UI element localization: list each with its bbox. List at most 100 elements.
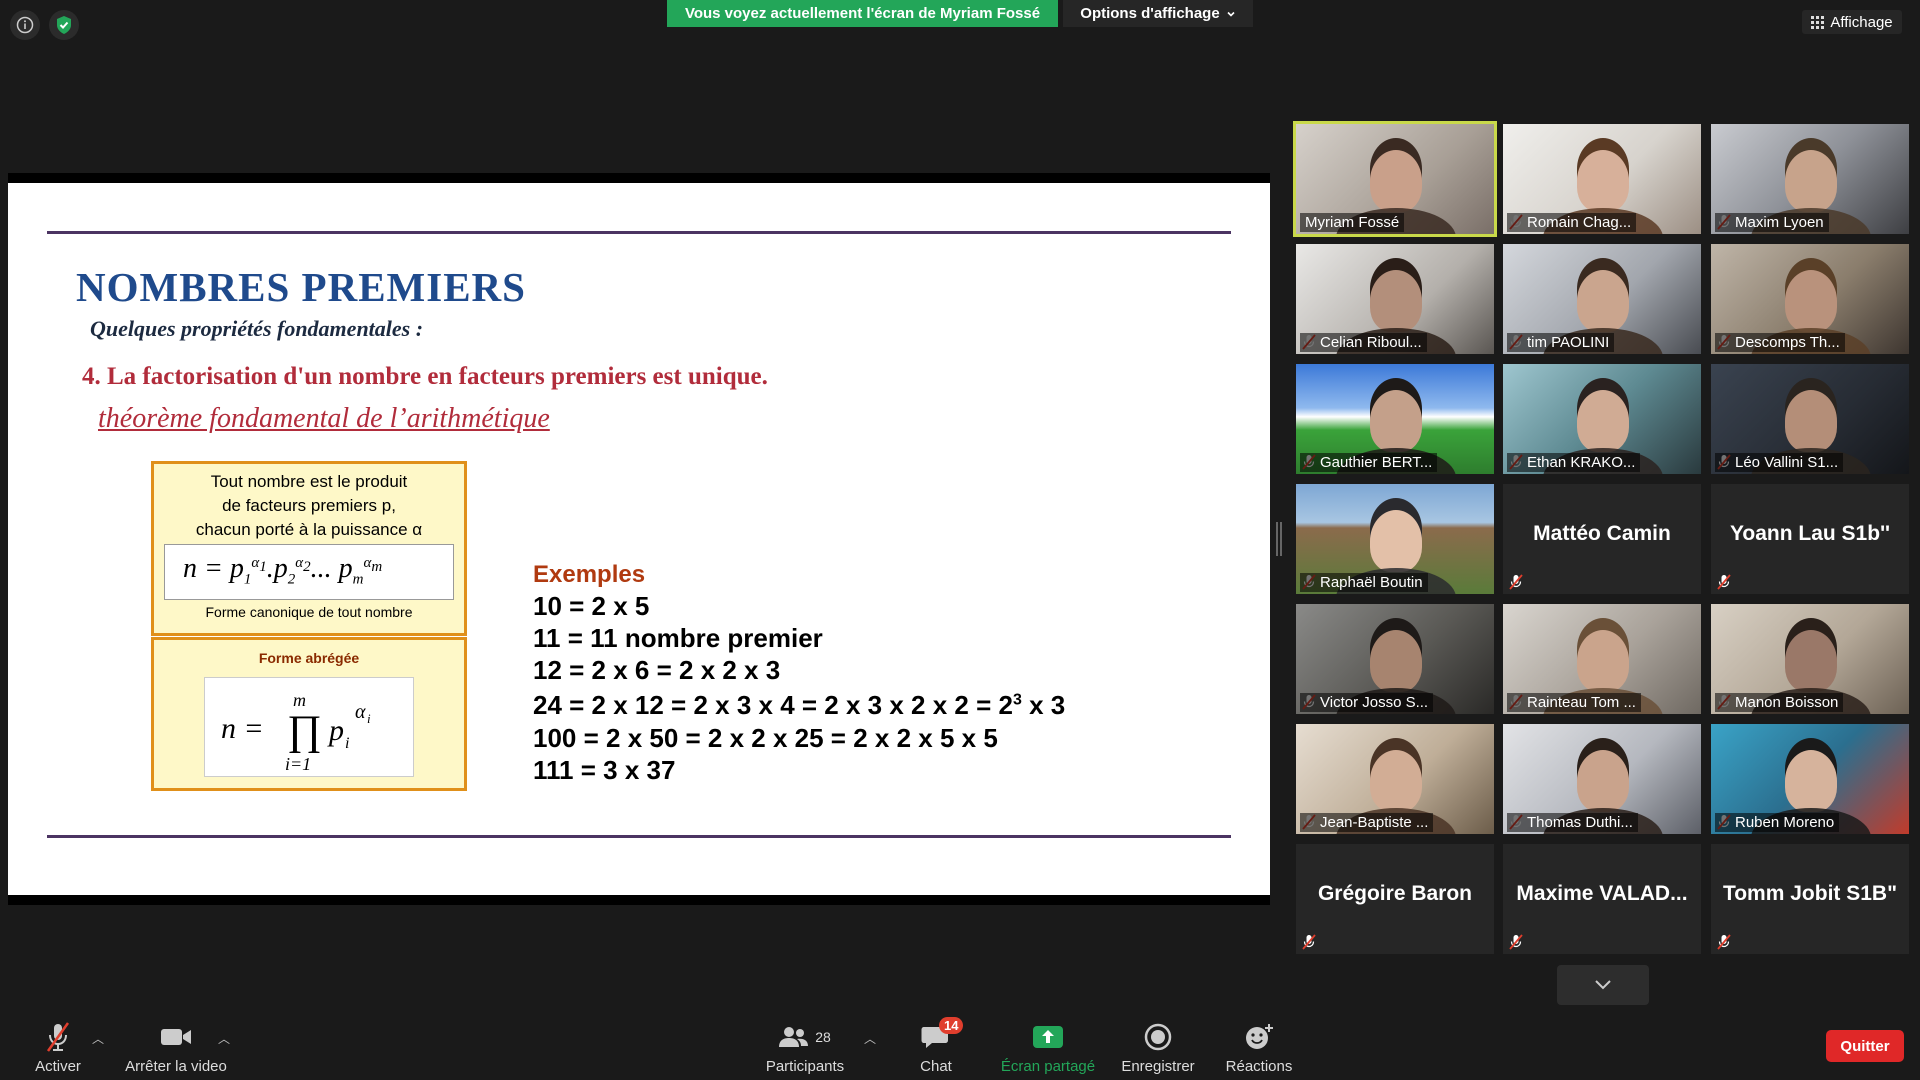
record-label: Enregistrer — [1121, 1058, 1195, 1075]
box1-caption: Forme canonique de tout nombre — [205, 604, 413, 620]
participant-tile[interactable]: Gauthier BERT... — [1296, 364, 1494, 474]
leave-meeting-button[interactable]: Quitter — [1826, 1030, 1904, 1062]
participant-name-label: Léo Vallini S1... — [1715, 453, 1844, 472]
participant-tile[interactable]: Maxime VALAD... — [1503, 844, 1701, 954]
share-screen-label: Écran partagé — [1000, 1058, 1096, 1075]
record-icon — [1144, 1023, 1172, 1051]
participants-button[interactable]: 28 Participants — [762, 1020, 848, 1075]
unmute-button[interactable]: Activer — [30, 1020, 86, 1075]
stop-video-button[interactable]: Arrêter la video — [120, 1020, 232, 1075]
participant-name-label: Victor Josso S... — [1300, 693, 1434, 712]
participant-tile[interactable]: Raphaël Boutin — [1296, 484, 1494, 594]
video-options-caret[interactable]: ︿ — [218, 1030, 230, 1047]
reactions-label: Réactions — [1225, 1058, 1293, 1075]
security-shield-icon[interactable] — [49, 10, 79, 40]
participants-count: 28 — [815, 1029, 831, 1045]
participant-video-feed — [1785, 270, 1837, 332]
participant-name-label: Celian Riboul... — [1300, 333, 1427, 352]
participant-tile[interactable]: Romain Chag... — [1503, 124, 1701, 234]
participant-name-label: Ethan KRAKO... — [1507, 453, 1641, 472]
view-options-dropdown[interactable]: Options d'affichage — [1063, 0, 1253, 27]
microphone-muted-icon — [1509, 934, 1523, 950]
svg-text:i: i — [367, 711, 371, 726]
microphone-muted-icon — [1509, 574, 1523, 590]
view-options-label: Options d'affichage — [1080, 5, 1220, 22]
participant-video-feed — [1370, 510, 1422, 572]
share-screen-icon — [1033, 1026, 1063, 1048]
record-button[interactable]: Enregistrer — [1114, 1020, 1202, 1075]
participant-video-feed — [1577, 390, 1629, 452]
panel-splitter-handle[interactable] — [1276, 522, 1282, 556]
audio-options-caret[interactable]: ︿ — [92, 1030, 104, 1047]
participant-tile[interactable]: tim PAOLINI — [1503, 244, 1701, 354]
microphone-muted-icon — [46, 1022, 70, 1052]
unmute-label: Activer — [35, 1058, 81, 1075]
box1-line: de facteurs premiers p, — [222, 496, 396, 515]
box2-title: Forme abrégée — [258, 650, 360, 666]
participant-video-feed — [1785, 630, 1837, 692]
svg-text:∏: ∏ — [287, 708, 322, 754]
example-line: 11 = 11 nombre premier — [533, 623, 823, 653]
participant-tile[interactable]: Thomas Duthi... — [1503, 724, 1701, 834]
participant-tile[interactable]: Grégoire Baron — [1296, 844, 1494, 954]
participant-video-feed — [1577, 750, 1629, 812]
box1-line: Tout nombre est le produit — [210, 472, 408, 491]
info-icon[interactable] — [10, 10, 40, 40]
participant-tile[interactable]: Descomps Th... — [1711, 244, 1909, 354]
participant-name-label: Descomps Th... — [1715, 333, 1845, 352]
example-line: 111 = 3 x 37 — [533, 755, 676, 785]
participant-name-label: Manon Boisson — [1715, 693, 1844, 712]
participant-video-feed — [1370, 150, 1422, 212]
participant-video-feed — [1370, 390, 1422, 452]
participant-display-name: Yoann Lau S1b'' — [1729, 522, 1891, 545]
participants-icon — [779, 1027, 809, 1047]
participant-video-feed — [1577, 630, 1629, 692]
box1-line: chacun porté à la puissance α — [195, 520, 423, 539]
participant-tile[interactable]: Jean-Baptiste ... — [1296, 724, 1494, 834]
example-line: 12 = 2 x 6 = 2 x 2 x 3 — [533, 655, 781, 685]
participant-display-name: Mattéo Camin — [1533, 522, 1671, 545]
view-layout-button[interactable]: Affichage — [1802, 10, 1902, 34]
participant-name-label: Romain Chag... — [1507, 213, 1637, 232]
reactions-button[interactable]: Réactions — [1222, 1020, 1296, 1075]
share-screen-button[interactable]: Écran partagé — [996, 1020, 1100, 1075]
example-line-powers: 24 = 2 x 12 = 2 x 3 x 4 = 2 x 3 x 2 x 2 … — [533, 690, 1065, 721]
participant-tile[interactable]: Victor Josso S... — [1296, 604, 1494, 714]
example-line: 24 = 2 x 12 = 2 x 3 x 4 = 2 x 3 x 2 x 2 … — [533, 690, 1013, 720]
example-line: 10 = 2 x 5 — [533, 591, 650, 621]
participants-options-caret[interactable]: ︿ — [864, 1030, 876, 1047]
participant-tile[interactable]: Maxim Lyoen — [1711, 124, 1909, 234]
microphone-muted-icon — [1717, 934, 1731, 950]
chevron-down-icon — [1227, 11, 1235, 17]
participant-video-feed — [1370, 270, 1422, 332]
video-camera-icon — [161, 1029, 191, 1045]
participant-tile[interactable]: Ruben Moreno — [1711, 724, 1909, 834]
participants-label: Participants — [765, 1058, 845, 1075]
chevron-down-icon — [1595, 980, 1611, 990]
participant-tile[interactable]: Mattéo Camin — [1503, 484, 1701, 594]
participant-name-label: Ruben Moreno — [1715, 813, 1840, 832]
chat-label: Chat — [920, 1058, 952, 1075]
participant-tile[interactable]: Yoann Lau S1b'' — [1711, 484, 1909, 594]
slide-theorem: théorème fondamental de l’arithmétique — [98, 403, 550, 434]
participant-tile[interactable]: Myriam Fossé — [1293, 121, 1497, 237]
participant-tile[interactable]: Rainteau Tom ... — [1503, 604, 1701, 714]
participant-name-label: Myriam Fossé — [1300, 213, 1405, 232]
participant-video-feed — [1785, 390, 1837, 452]
slide-title: NOMBRES PREMIERS — [76, 264, 526, 310]
microphone-muted-icon — [1717, 574, 1731, 590]
participant-name-label: tim PAOLINI — [1507, 333, 1615, 352]
participant-tile[interactable]: Ethan KRAKO... — [1503, 364, 1701, 474]
participant-tile[interactable]: Léo Vallini S1... — [1711, 364, 1909, 474]
gallery-next-page-button[interactable] — [1557, 965, 1649, 1005]
participant-name-label: Jean-Baptiste ... — [1300, 813, 1434, 832]
participant-display-name: Tomm Jobit S1B" — [1722, 882, 1898, 905]
participant-name-label: Thomas Duthi... — [1507, 813, 1638, 832]
participant-tile[interactable]: Tomm Jobit S1B" — [1711, 844, 1909, 954]
participant-tile[interactable]: Manon Boisson — [1711, 604, 1909, 714]
participant-tile[interactable]: Celian Riboul... — [1296, 244, 1494, 354]
canonical-formula: n = p1α1.p2α2... pmαm — [164, 544, 454, 600]
canonical-form-box: Tout nombre est le produit de facteurs p… — [151, 461, 467, 636]
view-layout-label: Affichage — [1830, 13, 1893, 31]
slide-point: 4. La factorisation d'un nombre en facte… — [82, 363, 768, 390]
